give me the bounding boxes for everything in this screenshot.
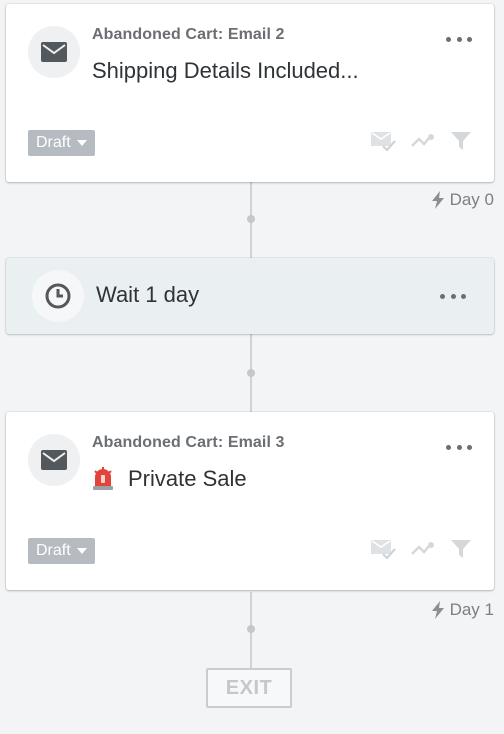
more-options-button[interactable]: [440, 291, 466, 301]
dot-icon: [461, 293, 466, 299]
caret-down-icon: [76, 140, 87, 146]
lightning-icon: [431, 191, 444, 209]
envelope-icon: [28, 26, 80, 78]
wait-duration: Wait 1 day: [96, 282, 200, 307]
split-icon[interactable]: [410, 540, 436, 558]
email-step-card[interactable]: Abandoned Cart: Email 2 Shipping Details…: [6, 4, 494, 182]
connector-dot[interactable]: [247, 369, 255, 377]
status-dropdown[interactable]: Draft: [28, 130, 95, 156]
lightning-icon: [431, 601, 444, 619]
dot-icon: [440, 293, 445, 299]
dot-icon: [467, 444, 472, 450]
email-subject-text: Private Sale: [128, 466, 247, 491]
envelope-icon: [28, 434, 80, 486]
delay-label: Day 1: [431, 600, 494, 620]
dot-icon: [450, 293, 456, 299]
delay-label: Day 0: [431, 190, 494, 210]
dot-icon: [467, 36, 472, 42]
siren-icon: [92, 467, 114, 491]
card-actions: [370, 130, 472, 152]
email-subject[interactable]: Shipping Details Included...: [92, 58, 359, 84]
dot-icon: [456, 36, 462, 42]
more-options-button[interactable]: [446, 34, 472, 44]
email-subject[interactable]: Private Sale: [92, 466, 247, 492]
clock-icon: [32, 270, 84, 322]
filter-icon[interactable]: [450, 538, 472, 560]
email-step-label: Abandoned Cart: Email 2: [92, 26, 285, 43]
connector-dot[interactable]: [247, 215, 255, 223]
status-dropdown[interactable]: Draft: [28, 538, 95, 564]
email-step-label: Abandoned Cart: Email 3: [92, 434, 285, 451]
caret-down-icon: [76, 548, 87, 554]
flow-canvas: Abandoned Cart: Email 2 Shipping Details…: [0, 0, 504, 734]
exit-node[interactable]: EXIT: [206, 668, 292, 708]
more-options-button[interactable]: [446, 442, 472, 452]
wait-step-card[interactable]: Wait 1 day: [6, 258, 494, 334]
mail-check-icon[interactable]: [370, 130, 396, 152]
delay-text: Day 0: [449, 190, 494, 209]
mail-check-icon[interactable]: [370, 538, 396, 560]
connector-dot[interactable]: [247, 625, 255, 633]
split-icon[interactable]: [410, 132, 436, 150]
delay-text: Day 1: [449, 600, 494, 619]
status-label: Draft: [36, 542, 71, 559]
dot-icon: [456, 444, 462, 450]
card-actions: [370, 538, 472, 560]
status-label: Draft: [36, 134, 71, 151]
filter-icon[interactable]: [450, 130, 472, 152]
dot-icon: [446, 444, 451, 450]
email-step-card[interactable]: Abandoned Cart: Email 3 Private Sale Dra…: [6, 412, 494, 590]
dot-icon: [446, 36, 451, 42]
